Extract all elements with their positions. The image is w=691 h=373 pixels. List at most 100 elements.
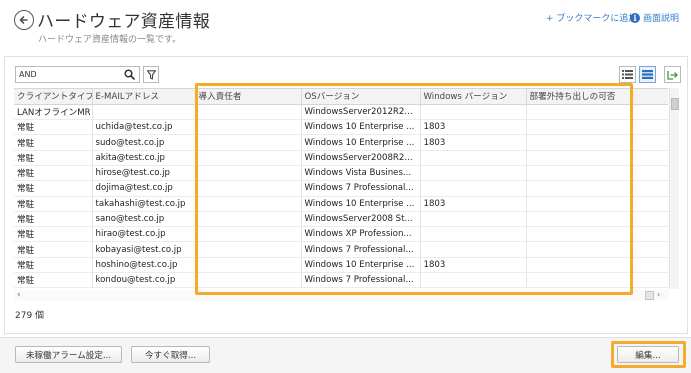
- table-cell: [526, 226, 668, 243]
- search-box: [15, 66, 140, 83]
- table-cell: 1803: [420, 134, 527, 151]
- table-cell: 常駐: [14, 165, 93, 182]
- table-cell: hirose@test.co.jp: [92, 165, 196, 182]
- table-cell: uchida@test.co.jp: [92, 119, 196, 136]
- info-icon: i: [630, 12, 640, 23]
- table-cell: [92, 104, 196, 121]
- add-bookmark-link[interactable]: + ブックマークに追加: [546, 11, 637, 24]
- fetch-now-button[interactable]: 今すぐ取得...: [131, 346, 210, 363]
- table-row[interactable]: 常駐 sano@test.co.jp WindowsServer2008 St...: [14, 211, 668, 228]
- horizontal-scroll-thumb[interactable]: [645, 291, 654, 300]
- table-cell: [420, 165, 527, 182]
- table-cell: Windows 7 Professional...: [301, 180, 421, 197]
- table-cell: 常駐: [14, 226, 93, 243]
- table-cell: 1803: [420, 257, 527, 274]
- table-cell: [420, 211, 527, 228]
- table-cell: [420, 180, 527, 197]
- table-cell: [195, 119, 302, 136]
- table-cell: [195, 272, 302, 289]
- table-cell: [195, 257, 302, 274]
- table-cell: 常駐: [14, 272, 93, 289]
- table-view-button[interactable]: [639, 66, 656, 83]
- table-cell: sano@test.co.jp: [92, 211, 196, 228]
- horizontal-scrollbar[interactable]: ‹ ›: [14, 290, 669, 301]
- export-icon: [667, 70, 678, 80]
- vertical-scroll-thumb[interactable]: [671, 98, 679, 110]
- table-row[interactable]: 常駐 dojima@test.co.jp Windows 7 Professiona…: [14, 180, 668, 197]
- page-title: ハードウェア資産情報: [37, 12, 210, 32]
- table-cell: dojima@test.co.jp: [92, 180, 196, 197]
- table-cell: WindowsServer2012R2...: [301, 104, 421, 121]
- table-cell: akita@test.co.jp: [92, 150, 196, 166]
- table-row[interactable]: 常駐 kondou@test.co.jp Windows 7 Professiona…: [14, 272, 668, 289]
- table-cell: [526, 196, 668, 212]
- table-cell: 1803: [420, 119, 527, 136]
- table-cell: Windows 10 Enterprise ...: [301, 257, 421, 274]
- search-input[interactable]: [19, 68, 123, 81]
- table-cell: [526, 211, 668, 228]
- export-button[interactable]: [664, 66, 681, 83]
- table-view-icon: [642, 70, 653, 79]
- back-arrow-icon[interactable]: [14, 10, 34, 30]
- table-cell: [195, 134, 302, 151]
- table-cell: [195, 104, 302, 121]
- table-cell: 常駐: [14, 180, 93, 197]
- table-cell: 常駐: [14, 134, 93, 151]
- vertical-scrollbar[interactable]: [669, 88, 679, 289]
- filter-button[interactable]: [143, 66, 159, 83]
- list-view-button[interactable]: [619, 66, 636, 83]
- table-row[interactable]: 常駐 kobayasi@test.co.jp Windows 7 Professio…: [14, 241, 668, 258]
- table-row[interactable]: LANオフラインMR WindowsServer2012R2...: [14, 104, 668, 121]
- table-cell: 常駐: [14, 119, 93, 136]
- table-cell: sudo@test.co.jp: [92, 134, 196, 151]
- table-cell: WindowsServer2008 St...: [301, 211, 421, 228]
- table-cell: kobayasi@test.co.jp: [92, 241, 196, 258]
- table-cell: [195, 226, 302, 243]
- table-cell: 常駐: [14, 257, 93, 274]
- table-cell: [195, 196, 302, 212]
- table-cell: Windows 10 Enterprise ...: [301, 119, 421, 136]
- screen-help-link[interactable]: i 画面説明: [630, 11, 679, 24]
- inactive-alarm-settings-button[interactable]: 未稼働アラーム設定...: [15, 346, 122, 363]
- table-cell: [195, 150, 302, 166]
- table-row[interactable]: 常駐 hoshino@test.co.jp Windows 10 Enterpris…: [14, 257, 668, 274]
- table-row[interactable]: 常駐 akita@test.co.jp WindowsServer2008R2...: [14, 150, 668, 166]
- table-cell: LANオフラインMR: [14, 104, 93, 121]
- scroll-right-arrow-icon[interactable]: ›: [657, 290, 660, 299]
- table-cell: WindowsServer2008R2...: [301, 150, 421, 166]
- scroll-left-arrow-icon[interactable]: ‹: [17, 290, 21, 300]
- table-cell: [420, 241, 527, 258]
- column-header[interactable]: クライアントタイプ: [14, 89, 93, 105]
- table-cell: Windows XP Profession...: [301, 226, 421, 243]
- table-cell: [526, 104, 668, 121]
- table-cell: [526, 119, 668, 136]
- table-cell: [195, 241, 302, 258]
- column-header[interactable]: 部署外持ち出しの可否: [526, 89, 668, 105]
- table-cell: [526, 150, 668, 166]
- column-header[interactable]: E-MAILアドレス: [92, 89, 196, 105]
- table-row[interactable]: 常駐 hirao@test.co.jp Windows XP Profession.…: [14, 226, 668, 243]
- column-header[interactable]: OSバージョン: [301, 89, 421, 105]
- table-cell: [195, 165, 302, 182]
- table-row[interactable]: 常駐 uchida@test.co.jp Windows 10 Enterprise…: [14, 119, 668, 136]
- column-header[interactable]: 導入責任者: [195, 89, 302, 105]
- table-cell: [526, 241, 668, 258]
- column-header[interactable]: Windows バージョン: [420, 89, 527, 105]
- table-row[interactable]: 常駐 sudo@test.co.jp Windows 10 Enterprise .…: [14, 134, 668, 151]
- table-row[interactable]: 常駐 hirose@test.co.jp Windows Vista Busines…: [14, 165, 668, 182]
- search-icon[interactable]: [124, 69, 135, 80]
- table-cell: Windows Vista Busines...: [301, 165, 421, 182]
- table-row[interactable]: 常駐 takahashi@test.co.jp Windows 10 Enterpr…: [14, 196, 668, 212]
- table-cell: [526, 272, 668, 289]
- table-cell: hirao@test.co.jp: [92, 226, 196, 243]
- table-cell: hoshino@test.co.jp: [92, 257, 196, 274]
- table-cell: 常駐: [14, 211, 93, 228]
- table-cell: [420, 272, 527, 289]
- list-view-icon: [622, 70, 633, 79]
- table-header-row: クライアントタイプ E-MAILアドレス 導入責任者 OSバージョン Windo…: [14, 89, 668, 105]
- table-cell: Windows 10 Enterprise ...: [301, 196, 421, 212]
- edit-button[interactable]: 編集...: [617, 346, 679, 363]
- table-cell: [420, 104, 527, 121]
- table-cell: [526, 180, 668, 197]
- filter-icon: [146, 69, 156, 80]
